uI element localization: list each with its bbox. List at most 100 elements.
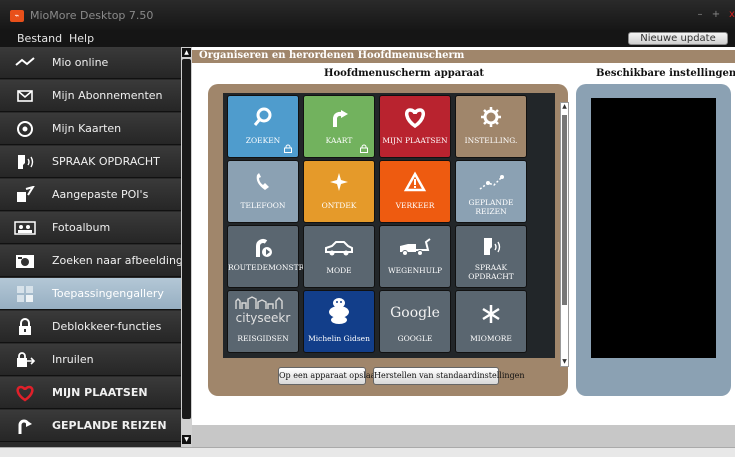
search-icon bbox=[253, 107, 272, 126]
available-settings-title: Beschikbare instellingen bbox=[596, 68, 735, 79]
scroll-up-arrow-icon[interactable]: ▲ bbox=[561, 103, 568, 111]
sidebar-item-mijn-kaarten[interactable]: Mijn Kaarten bbox=[0, 113, 181, 145]
sidebar-item-label: Mijn Abonnementen bbox=[52, 89, 163, 102]
sidebar-item-label: SPRAAK OPDRACHT bbox=[52, 155, 160, 168]
sparkle-icon bbox=[330, 173, 348, 191]
menu-bestand[interactable]: Bestand bbox=[17, 32, 62, 45]
scroll-down-arrow-icon[interactable]: ▼ bbox=[182, 435, 191, 444]
route-demo-icon bbox=[256, 239, 272, 257]
scroll-down-arrow-icon[interactable]: ▼ bbox=[561, 358, 568, 366]
sidebar-item-zoeken-naar-afbeeldingen[interactable]: Zoeken naar afbeeldingen bbox=[0, 245, 197, 277]
sidebar-item-mijn-abonnementen[interactable]: Mijn Abonnementen bbox=[0, 80, 181, 112]
map-compass-icon bbox=[17, 121, 33, 137]
sidebar-scrollbar[interactable]: ▲ ▼ bbox=[181, 47, 192, 447]
tile-google[interactable]: Google GOOGLE bbox=[379, 290, 451, 353]
sidebar-item-label: Mijn Kaarten bbox=[52, 122, 122, 135]
voice-command-icon bbox=[18, 155, 34, 169]
heart-icon bbox=[405, 108, 425, 128]
custom-poi-icon bbox=[17, 186, 35, 202]
sidebar: Mio online Mijn Abonnementen Mijn Kaarte… bbox=[0, 47, 197, 447]
sidebar-item-deblokkeer-functies[interactable]: Deblokkeer-functies bbox=[0, 311, 181, 343]
michelin-logo-icon bbox=[329, 298, 349, 324]
tile-label: TELEFOON bbox=[240, 201, 286, 210]
sidebar-item-label: Mio online bbox=[52, 56, 109, 69]
available-settings-list[interactable] bbox=[591, 98, 716, 358]
tile-michelin-gidsen[interactable]: Michelin Gidsen bbox=[303, 290, 375, 353]
title-bar: ⌁ MioMore Desktop 7.50 – + x bbox=[0, 0, 735, 30]
tile-label: ONTDEK bbox=[321, 201, 357, 210]
status-bar bbox=[0, 447, 735, 457]
gear-icon bbox=[481, 107, 501, 127]
save-to-device-button[interactable]: Op een apparaat opslaan bbox=[278, 367, 381, 385]
tile-label: Michelin Gidsen bbox=[308, 334, 370, 343]
phone-icon bbox=[256, 173, 269, 190]
tile-label: GEPLANDE REIZEN bbox=[468, 198, 514, 216]
tile-mijn-plaatsen[interactable]: MIJN PLAATSEN bbox=[379, 95, 451, 158]
sidebar-item-aangepaste-pois[interactable]: Aangepaste POI's bbox=[0, 179, 181, 211]
map-icon bbox=[333, 110, 348, 127]
tile-kaart[interactable]: KAART bbox=[303, 95, 375, 158]
tile-spraak-opdracht[interactable]: SPRAAK OPDRACHT bbox=[455, 225, 527, 288]
sidebar-item-label: MIJN PLAATSEN bbox=[52, 386, 148, 399]
tile-label: ROUTEDEMONSTRATIE bbox=[228, 263, 323, 272]
sidebar-item-label: Inruilen bbox=[52, 353, 94, 366]
new-update-button[interactable]: Nieuwe update bbox=[628, 32, 728, 45]
bottom-bar bbox=[192, 425, 735, 447]
tile-label: SPRAAK OPDRACHT bbox=[468, 263, 514, 281]
menu-help[interactable]: Help bbox=[69, 32, 94, 45]
device-screen-title: Hoofdmenuscherm apparaat bbox=[324, 68, 485, 79]
sidebar-item-label: Deblokkeer-functies bbox=[52, 320, 162, 333]
lock-icon bbox=[284, 144, 292, 153]
sidebar-item-label: Zoeken naar afbeeldingen bbox=[52, 254, 197, 267]
section-header: Organiseren en herordenen Hoofdmenuscher… bbox=[192, 50, 735, 63]
sidebar-item-geplande-reizen[interactable]: GEPLANDE REIZEN bbox=[0, 410, 181, 442]
tile-zoeken[interactable]: ZOEKEN bbox=[227, 95, 299, 158]
sidebar-item-spraak-opdracht[interactable]: SPRAAK OPDRACHT bbox=[0, 146, 181, 178]
tile-label: MIOMORE bbox=[470, 334, 512, 343]
planned-route-icon bbox=[479, 175, 504, 190]
scroll-up-arrow-icon[interactable]: ▲ bbox=[182, 48, 191, 57]
tow-truck-icon bbox=[400, 238, 431, 256]
menu-bar: Bestand Help Nieuwe update bbox=[0, 30, 735, 47]
lock-icon bbox=[19, 318, 31, 335]
google-logo-icon: Google bbox=[390, 305, 440, 321]
tile-instellingen[interactable]: INSTELLING. bbox=[455, 95, 527, 158]
sidebar-item-label: Toepassingengallery bbox=[52, 287, 164, 300]
tile-label: REISGIDSEN bbox=[237, 334, 289, 343]
tile-ontdek[interactable]: ONTDEK bbox=[303, 160, 375, 223]
tile-reisgidsen[interactable]: cityseekr REISGIDSEN bbox=[227, 290, 299, 353]
sidebar-item-fotoalbum[interactable]: Fotoalbum bbox=[0, 212, 181, 244]
tile-mode[interactable]: MODE bbox=[303, 225, 375, 288]
maximize-button[interactable]: + bbox=[710, 10, 722, 20]
sidebar-item-toepassingengallery[interactable]: Toepassingengallery bbox=[0, 278, 181, 310]
sidebar-item-label: GEPLANDE REIZEN bbox=[52, 419, 167, 432]
cityseekr-text: cityseekr bbox=[235, 311, 291, 325]
device-grid-scroll-thumb[interactable] bbox=[562, 115, 567, 305]
sidebar-item-mio-online[interactable]: Mio online bbox=[0, 47, 181, 79]
tile-telefoon[interactable]: TELEFOON bbox=[227, 160, 299, 223]
restore-defaults-button[interactable]: Herstellen van standaardinstellingen bbox=[373, 367, 525, 385]
close-button[interactable]: x bbox=[726, 10, 735, 20]
tile-miomore[interactable]: MIOMORE bbox=[455, 290, 527, 353]
camera-icon bbox=[16, 255, 34, 268]
sidebar-item-label: Fotoalbum bbox=[52, 221, 111, 234]
voice-command-icon bbox=[484, 238, 501, 255]
minimize-button[interactable]: – bbox=[694, 10, 706, 20]
device-grid-scrollbar[interactable]: ▲ ▼ bbox=[560, 102, 569, 367]
envelope-icon bbox=[17, 90, 33, 102]
trade-in-icon bbox=[17, 352, 36, 367]
tile-label: VERKEER bbox=[395, 201, 435, 210]
tile-verkeer[interactable]: VERKEER bbox=[379, 160, 451, 223]
tile-wegenhulp[interactable]: WEGENHULP bbox=[379, 225, 451, 288]
tile-geplande-reizen[interactable]: GEPLANDE REIZEN bbox=[455, 160, 527, 223]
sidebar-scroll-thumb[interactable] bbox=[182, 59, 191, 419]
sidebar-item-inruilen[interactable]: Inruilen bbox=[0, 344, 181, 376]
tile-label: MODE bbox=[326, 266, 352, 275]
sidebar-item-label: Aangepaste POI's bbox=[52, 188, 149, 201]
snowflake-icon bbox=[482, 305, 500, 323]
app-gallery-icon bbox=[17, 286, 33, 302]
sidebar-item-mijn-plaatsen[interactable]: MIJN PLAATSEN bbox=[0, 377, 181, 409]
planned-trip-icon bbox=[18, 419, 32, 434]
tile-routedemonstratie[interactable]: ROUTEDEMONSTRATIE bbox=[227, 225, 323, 288]
section-header-title: Organiseren en herordenen Hoofdmenuscher… bbox=[199, 50, 465, 61]
